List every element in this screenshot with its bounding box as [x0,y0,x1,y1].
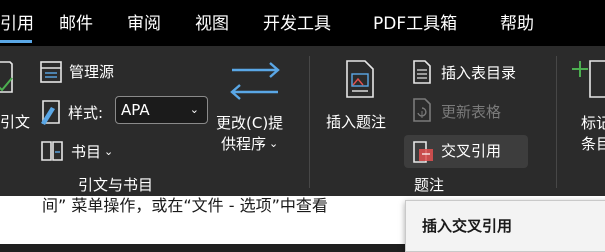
captions-group-label: 题注 [414,176,445,194]
style-label: 样式: [68,104,104,122]
tab-mailings[interactable]: 邮件 [59,14,93,34]
swap-arrows-icon [230,62,280,100]
cross-reference-icon [413,141,433,163]
insert-citation-label: 引文 [0,113,31,131]
tab-help[interactable]: 帮助 [500,14,534,34]
mark-entry-label-line1: 标记 [581,114,605,132]
table-of-figures-icon [413,60,431,84]
chevron-down-icon: ⌄ [189,103,199,116]
manage-sources-icon [40,61,62,83]
active-tab-indicator [0,40,32,43]
bibliography-icon [41,141,63,161]
group-separator [309,56,310,188]
tab-review[interactable]: 审阅 [127,14,161,34]
tab-developer[interactable]: 开发工具 [263,14,331,34]
tab-pdf-toolbox[interactable]: PDF工具箱 [373,14,457,34]
ribbon: 引文 管理源 样式: APA ⌄ 书目 ⌄ 引文与书目 更改(C)提 供程序 ⌄… [0,46,605,196]
style-icon [41,100,60,125]
update-table-icon: ! [413,98,431,122]
bibliography-label: 书目 ⌄ [71,143,114,161]
mark-entry-icon [572,60,605,98]
tooltip: 插入交叉引用 [405,200,605,252]
update-table-label: 更新表格 [441,103,502,121]
svg-text:!: ! [420,110,424,121]
insert-table-of-figures-label: 插入表目录 [441,64,517,82]
cross-reference-button[interactable]: 交叉引用 [404,135,528,168]
citation-style-select[interactable]: APA ⌄ [115,96,208,124]
tab-references[interactable]: 引用 [0,14,34,34]
group-separator [556,56,557,188]
chevron-down-icon: ⌄ [269,137,279,150]
citation-style-value: APA [121,101,150,119]
mark-entry-label-line2: 条目 [581,135,605,153]
document-text: 间” 菜单操作，或在“文件 - 选项”中查看 [42,196,328,215]
insert-citation-icon [0,61,13,93]
tooltip-title: 插入交叉引用 [422,217,513,235]
manage-sources-label: 管理源 [69,63,115,81]
ribbon-tab-bar: 引用 邮件 审阅 视图 开发工具 PDF工具箱 帮助 [0,0,605,46]
citations-group-label: 引文与书目 [78,176,154,194]
change-provider-label-line2: 供程序 ⌄ [221,135,279,153]
tab-view[interactable]: 视图 [195,14,229,34]
insert-caption-label: 插入题注 [326,113,387,131]
cross-reference-label: 交叉引用 [441,142,502,160]
change-provider-label-line1: 更改(C)提 [216,114,284,132]
chevron-down-icon: ⌄ [104,145,114,158]
insert-caption-icon [346,60,374,98]
